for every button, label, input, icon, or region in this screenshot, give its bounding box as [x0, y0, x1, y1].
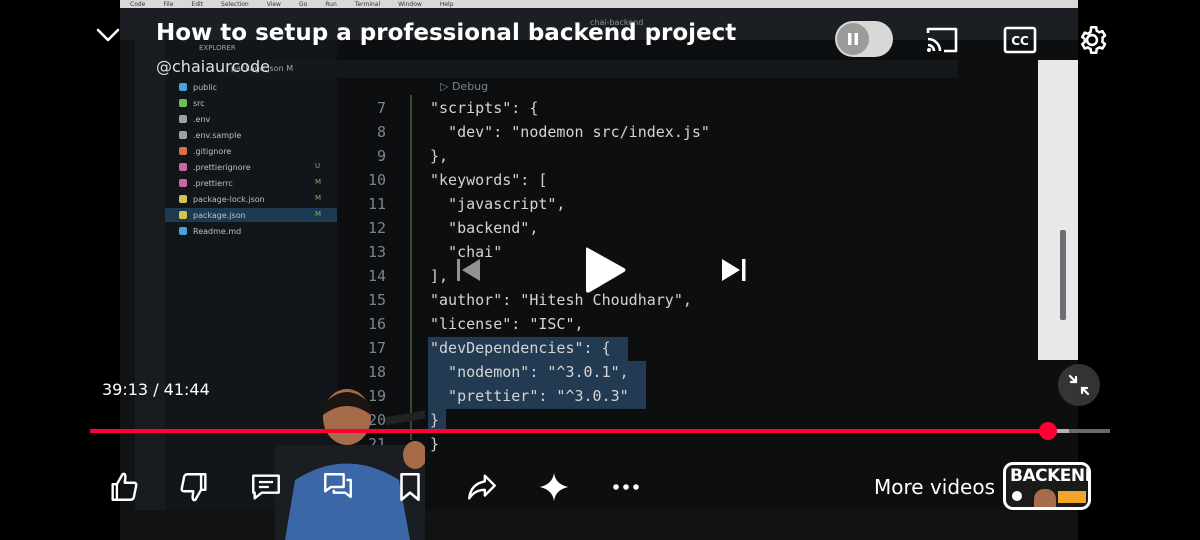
live-chat-icon[interactable]: [318, 467, 358, 507]
code-line[interactable]: },: [430, 147, 448, 165]
line-number: 13: [367, 243, 386, 261]
explorer-file-name: .gitignore: [193, 146, 232, 156]
git-status-badge: M: [315, 178, 322, 186]
ask-sparkle-icon[interactable]: [534, 467, 574, 507]
vscode-tabbar: package.json M: [217, 60, 958, 78]
code-line[interactable]: "author": "Hitesh Choudhary",: [430, 291, 692, 309]
previous-video-icon[interactable]: [448, 252, 488, 288]
file-type-icon: [179, 115, 187, 123]
explorer-file-item[interactable]: src: [179, 96, 205, 110]
explorer-file-item[interactable]: public: [179, 80, 217, 94]
collapse-chevron-down-icon[interactable]: [94, 22, 122, 50]
more-options-icon[interactable]: [606, 467, 646, 507]
more-videos-thumbnail[interactable]: BACKEND: [1003, 462, 1091, 510]
explorer-file-item[interactable]: .gitignore: [179, 144, 231, 158]
autoplay-pause-icon[interactable]: [837, 23, 869, 55]
cast-icon[interactable]: [922, 22, 962, 58]
file-type-icon: [179, 211, 187, 219]
file-type-icon: [179, 131, 187, 139]
vscode-statusbar: [120, 522, 1078, 540]
explorer-file-name: package.json: [193, 210, 246, 220]
minimap-region: [1038, 60, 1078, 360]
channel-name[interactable]: @chaiaurcode: [156, 57, 270, 76]
line-number: 12: [367, 219, 386, 237]
line-number: 17: [367, 339, 386, 357]
code-line[interactable]: "backend",: [430, 219, 538, 237]
code-line[interactable]: }: [430, 435, 439, 453]
comments-icon[interactable]: [246, 467, 286, 507]
line-number: 8: [376, 123, 386, 141]
time-total: 41:44: [163, 380, 210, 399]
code-line[interactable]: "dev": "nodemon src/index.js": [430, 123, 710, 141]
code-line[interactable]: "javascript",: [430, 195, 565, 213]
git-status-badge: U: [315, 162, 321, 170]
explorer-file-name: src: [193, 98, 205, 108]
explorer-file-item[interactable]: .env: [179, 112, 210, 126]
file-type-icon: [179, 227, 187, 235]
time-separator: /: [148, 380, 164, 399]
thumbnail-badge: [1012, 491, 1022, 501]
code-line[interactable]: "scripts": {: [430, 99, 538, 117]
editor-scrollbar[interactable]: [1060, 230, 1066, 320]
explorer-file-item[interactable]: .env.sample: [179, 128, 241, 142]
save-bookmark-icon[interactable]: [390, 467, 430, 507]
line-number: 11: [367, 195, 386, 213]
captions-cc-icon[interactable]: CC: [1000, 24, 1040, 56]
line-number: 7: [376, 99, 386, 117]
exit-fullscreen-icon[interactable]: [1058, 364, 1100, 406]
explorer-file-item[interactable]: package-lock.json: [179, 192, 265, 206]
code-line[interactable]: "license": "ISC",: [430, 315, 584, 333]
mac-menubar: Code File Edit Selection View Go Run Terminal Wi…: [120, 0, 1078, 8]
explorer-file-name: .env: [193, 114, 211, 124]
explorer-file-name: .prettierignore: [193, 162, 251, 172]
line-number: 15: [367, 291, 386, 309]
dislike-thumb-down-icon[interactable]: [174, 467, 214, 507]
explorer-file-item[interactable]: Readme.md: [179, 224, 241, 238]
line-number: 16: [367, 315, 386, 333]
settings-gear-icon[interactable]: [1072, 20, 1112, 60]
more-videos-label[interactable]: More videos: [874, 475, 995, 499]
debug-breadcrumb: ▷ Debug: [440, 80, 489, 93]
explorer-file-name: public: [193, 82, 218, 92]
explorer-file-name: package-lock.json: [193, 194, 265, 204]
code-line[interactable]: }: [430, 411, 439, 429]
explorer-file-item[interactable]: .prettierrc: [179, 176, 233, 190]
code-line[interactable]: "prettier": "^3.0.3": [430, 387, 629, 405]
explorer-file-name: .env.sample: [193, 130, 242, 140]
thumbnail-title: BACKEND: [1010, 466, 1091, 486]
file-type-icon: [179, 195, 187, 203]
code-line[interactable]: ],: [430, 267, 448, 285]
explorer-file-name: Readme.md: [193, 226, 242, 236]
explorer-file-name: .prettierrc: [193, 178, 233, 188]
thumbnail-person: [1034, 489, 1056, 507]
file-type-icon: [179, 99, 187, 107]
line-number: 9: [376, 147, 386, 165]
time-display: 39:13 / 41:44: [102, 380, 210, 399]
code-line[interactable]: "nodemon": "^3.0.1",: [430, 363, 629, 381]
time-current: 39:13: [102, 380, 149, 399]
next-video-icon[interactable]: [714, 252, 754, 288]
file-type-icon: [179, 179, 187, 187]
line-number: 14: [367, 267, 386, 285]
file-type-icon: [179, 147, 187, 155]
code-line[interactable]: "devDependencies": {: [430, 339, 611, 357]
git-status-badge: M: [315, 210, 322, 218]
progress-played: [90, 429, 1049, 433]
code-line[interactable]: "keywords": [: [430, 171, 547, 189]
thumbnail-caption-strip: [1058, 491, 1086, 503]
git-status-badge: M: [315, 194, 322, 202]
vscode-activity-bar: [135, 40, 165, 510]
line-number: 18: [367, 363, 386, 381]
play-button[interactable]: [574, 240, 634, 300]
presenter-webcam: [275, 389, 425, 540]
svg-text:CC: CC: [1011, 34, 1029, 48]
like-thumb-up-icon[interactable]: [104, 467, 144, 507]
explorer-file-item[interactable]: package.json: [165, 208, 337, 222]
file-type-icon: [179, 163, 187, 171]
video-title: How to setup a professional backend proj…: [156, 20, 737, 46]
file-type-icon: [179, 83, 187, 91]
share-icon[interactable]: [462, 467, 502, 507]
explorer-file-item[interactable]: .prettierignore: [179, 160, 251, 174]
line-number: 10: [367, 171, 386, 189]
